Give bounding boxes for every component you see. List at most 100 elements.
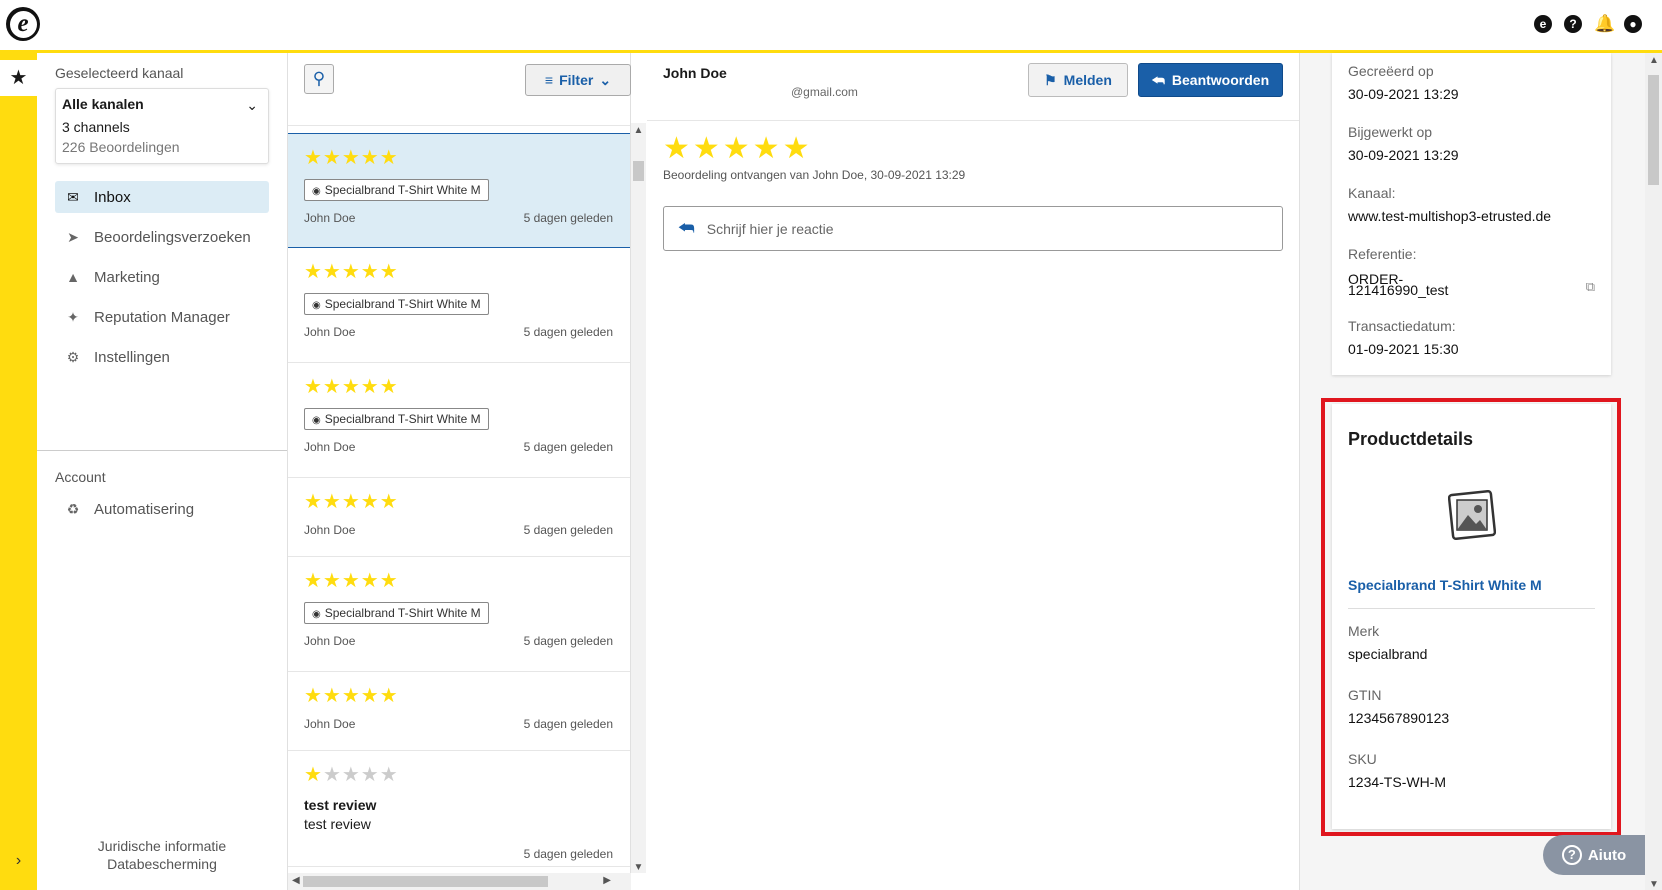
help-button[interactable]: ? Aiuto xyxy=(1543,835,1645,875)
account-nav: ♻ Automatisering xyxy=(55,493,269,533)
automation-icon: ♻ xyxy=(66,500,80,517)
list-item[interactable]: ★★★★★ ◉ Specialbrand T-Shirt White M John… xyxy=(288,557,630,672)
question-icon: ? xyxy=(1561,845,1582,865)
send-icon: ➤ xyxy=(67,228,79,245)
list-horizontal-scrollbar[interactable]: ◀ ▶ xyxy=(288,873,631,890)
list-item[interactable]: ★★★★★ test review test review 5 dagen ge… xyxy=(288,751,630,867)
sparkle-icon: ✦ xyxy=(67,308,79,325)
legal-info-link[interactable]: Juridische informatie xyxy=(37,837,287,855)
data-protection-link[interactable]: Databescherming xyxy=(37,855,287,873)
review-author: John Doe xyxy=(304,523,356,537)
sku-label: SKU xyxy=(1348,751,1377,767)
left-rail: ★ › xyxy=(0,53,37,890)
list-item[interactable]: ★★★★★ ◉ Specialbrand T-Shirt White M John… xyxy=(288,133,630,248)
rating-stars: ★★★★★ xyxy=(304,261,399,283)
review-title: test review xyxy=(304,797,377,813)
reply-input[interactable]: ⮪ Schrijf hier je reactie xyxy=(663,206,1283,251)
list-item[interactable]: ★★★★★ John Doe 5 dagen geleden xyxy=(288,478,630,557)
product-tag: ◉ Specialbrand T-Shirt White M xyxy=(304,408,489,430)
gtin-label: GTIN xyxy=(1348,687,1382,703)
reply-button[interactable]: ⮪ Beantwoorden xyxy=(1138,63,1283,97)
page-scrollbar[interactable]: ▲ ▼ xyxy=(1645,53,1662,890)
review-list-panel: ⚲ ≡ Filter ⌄ ★★★★★ ◉ Specialbrand T-Shirt W… xyxy=(288,53,631,890)
gtin-value: 1234567890123 xyxy=(1348,710,1450,726)
help-icon[interactable]: ? xyxy=(1564,15,1582,33)
reviewer-name: John Doe xyxy=(663,65,727,81)
detail-rating-stars: ★★★★★ xyxy=(663,132,813,165)
rating-stars: ★★★★★ xyxy=(304,685,399,707)
review-author: John Doe xyxy=(304,717,356,731)
brand-value: specialbrand xyxy=(1348,646,1428,662)
review-author: John Doe xyxy=(304,634,356,648)
product-details-title: Productdetails xyxy=(1348,429,1474,449)
image-placeholder-icon xyxy=(1447,489,1496,541)
reference-label: Referentie: xyxy=(1348,246,1417,262)
scroll-up-icon: ▲ xyxy=(633,125,644,136)
chevron-down-icon: ⌄ xyxy=(246,97,258,113)
scroll-up-icon: ▲ xyxy=(1649,55,1659,66)
megaphone-icon: ▲ xyxy=(66,269,80,285)
reply-icon: ⮪ xyxy=(1151,71,1165,88)
sidebar-item-settings[interactable]: ⚙ Instellingen xyxy=(55,341,269,373)
scroll-down-icon: ▼ xyxy=(1649,879,1659,890)
reply-icon: ⮪ xyxy=(678,218,695,238)
product-details-card: Productdetails Specialbrand T-Shirt Whit… xyxy=(1332,404,1611,829)
list-scrollbar[interactable]: ▲ ▼ xyxy=(631,123,646,873)
review-time: 5 dagen geleden xyxy=(523,523,613,537)
sidebar-item-marketing[interactable]: ▲ Marketing xyxy=(55,261,269,293)
list-item[interactable]: ★★★★★ ◉ Specialbrand T-Shirt White M John… xyxy=(288,248,630,363)
tag-icon: ◉ xyxy=(312,609,321,620)
transaction-value: 01-09-2021 15:30 xyxy=(1348,341,1459,357)
filter-button[interactable]: ≡ Filter ⌄ xyxy=(525,64,631,96)
sidebar-item-review-requests[interactable]: ➤ Beoordelingsverzoeken xyxy=(55,221,269,253)
updated-label: Bijgewerkt op xyxy=(1348,124,1433,140)
divider xyxy=(37,450,287,451)
updated-value: 30-09-2021 13:29 xyxy=(1348,147,1459,163)
channel-title: Alle kanalen xyxy=(62,96,144,112)
main-nav: ✉ Inbox ➤ Beoordelingsverzoeken ▲ Marketing… xyxy=(55,181,269,381)
review-author: John Doe xyxy=(304,325,356,339)
inbox-icon: ✉ xyxy=(67,188,79,205)
review-time: 5 dagen geleden xyxy=(523,717,613,731)
list-item[interactable]: ★★★★★ John Doe 5 dagen geleden xyxy=(288,672,630,751)
copy-icon[interactable]: ⧉ xyxy=(1586,279,1595,295)
review-time: 5 dagen geleden xyxy=(523,325,613,339)
search-icon: ⚲ xyxy=(312,69,326,88)
channel-selector[interactable]: Alle kanalen 3 channels 226 Beoordelinge… xyxy=(55,88,269,164)
detail-header: John Doe @gmail.com ⚑ Melden ⮪ Beantwoorde… xyxy=(647,53,1299,121)
sidebar-item-reputation-manager[interactable]: ✦ Reputation Manager xyxy=(55,301,269,333)
scroll-down-icon: ▼ xyxy=(633,862,644,873)
sidebar: Geselecteerd kanaal Alle kanalen 3 chann… xyxy=(37,53,288,890)
search-button[interactable]: ⚲ xyxy=(304,64,334,94)
etrusted-logo[interactable]: e xyxy=(6,7,40,41)
sidebar-item-label: Instellingen xyxy=(94,348,170,366)
list-item[interactable]: ★★★★★ ◉ Specialbrand T-Shirt White M John… xyxy=(288,363,630,478)
bell-icon[interactable]: 🔔 xyxy=(1594,15,1615,33)
review-author: John Doe xyxy=(304,440,356,454)
expand-chevron-icon[interactable]: › xyxy=(0,852,37,870)
scroll-right-icon: ▶ xyxy=(603,875,611,886)
product-tag: ◉ Specialbrand T-Shirt White M xyxy=(304,602,489,624)
rating-stars: ★★★★★ xyxy=(304,147,399,169)
review-info-card: Gecreëerd op 30-09-2021 13:29 Bijgewerkt… xyxy=(1332,53,1611,375)
review-detail-panel: John Doe @gmail.com ⚑ Melden ⮪ Beantwoorde… xyxy=(647,53,1300,890)
legal-links: Juridische informatie Databescherming xyxy=(37,837,287,873)
created-value: 30-09-2021 13:29 xyxy=(1348,86,1459,102)
account-icon[interactable]: ● xyxy=(1624,15,1642,33)
star-icon[interactable]: ★ xyxy=(0,60,37,96)
gear-icon: ⚙ xyxy=(66,348,80,365)
sidebar-item-inbox[interactable]: ✉ Inbox xyxy=(55,181,269,213)
sidebar-item-automation[interactable]: ♻ Automatisering xyxy=(55,493,269,525)
product-name-link[interactable]: Specialbrand T-Shirt White M xyxy=(1348,577,1595,609)
channel-reviews: 226 Beoordelingen xyxy=(62,139,180,155)
tag-icon: ◉ xyxy=(312,186,321,197)
review-time: 5 dagen geleden xyxy=(523,211,613,225)
channel-count: 3 channels xyxy=(62,119,130,135)
etrusted-icon[interactable]: e xyxy=(1534,15,1552,33)
report-button[interactable]: ⚑ Melden xyxy=(1028,63,1128,97)
brand-label: Merk xyxy=(1348,623,1380,639)
flag-icon: ⚑ xyxy=(1044,71,1057,88)
list-toolbar: ⚲ ≡ Filter ⌄ xyxy=(288,53,631,126)
channel-label: Kanaal: xyxy=(1348,185,1396,201)
review-time: 5 dagen geleden xyxy=(523,847,613,861)
